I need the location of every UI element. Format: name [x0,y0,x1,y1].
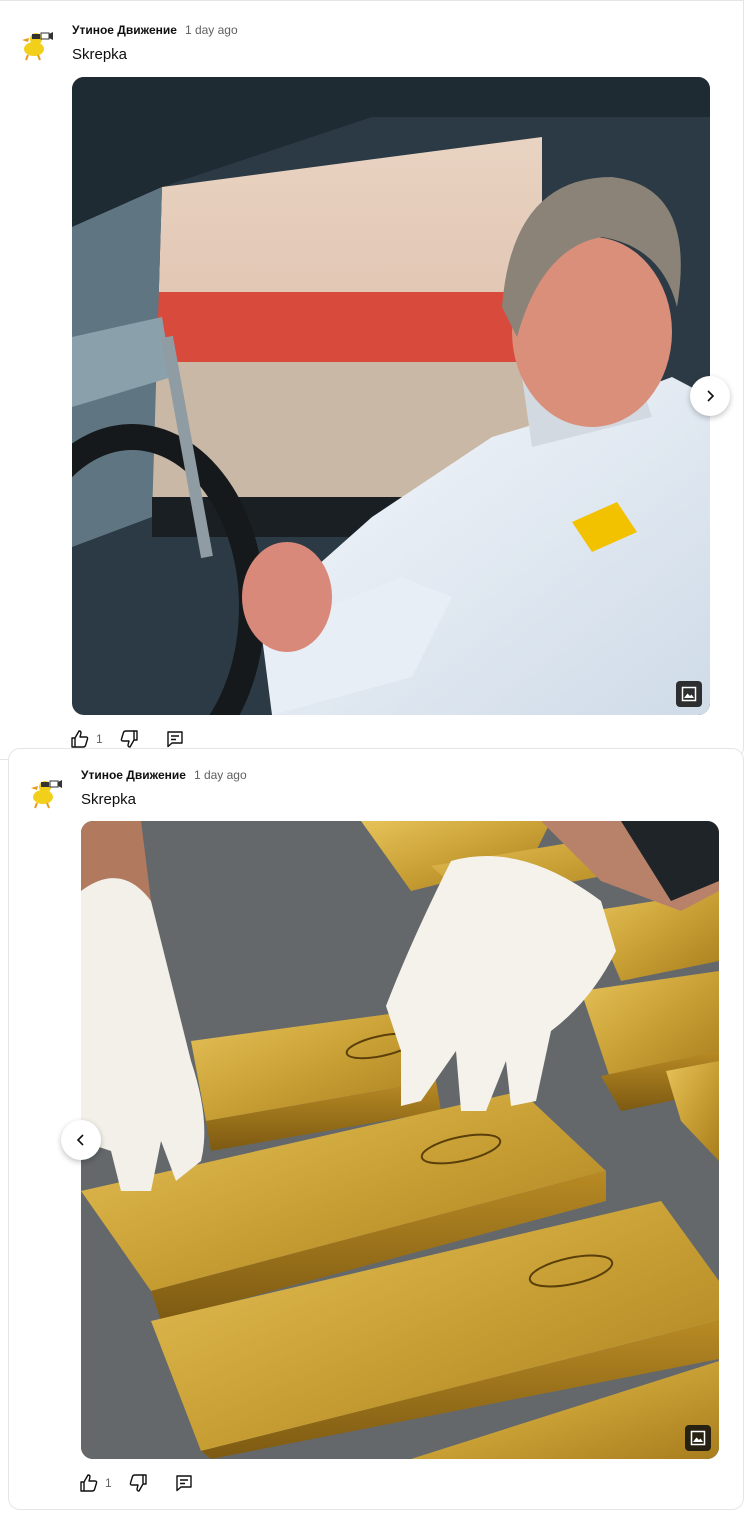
chevron-right-icon [707,390,715,402]
gold-bars-photo [81,821,719,1459]
post-header: Утиное Движение 1 day ago [72,23,238,37]
post-image[interactable] [72,77,710,715]
thumbs-up-icon [80,1474,98,1492]
comment-icon [175,1475,192,1492]
channel-avatar[interactable] [25,773,65,813]
post-actions: 1 [70,729,185,749]
post-header: Утиное Движение 1 day ago [81,768,247,782]
post-actions: 1 [79,1473,194,1493]
chevron-left-icon [76,1134,84,1146]
image-icon [690,1430,706,1446]
comment-button[interactable] [174,1473,194,1493]
post-image[interactable] [81,821,719,1459]
image-icon [681,686,697,702]
channel-avatar[interactable] [16,25,56,65]
image-badge [676,681,702,707]
post-time[interactable]: 1 day ago [194,768,247,782]
carousel-next-button[interactable] [690,376,730,416]
like-button[interactable]: 1 [79,1473,128,1493]
like-count: 1 [96,732,103,746]
carousel-prev-button[interactable] [61,1120,101,1160]
dislike-button[interactable] [128,1473,148,1493]
post-time[interactable]: 1 day ago [185,23,238,37]
comment-button[interactable] [165,729,185,749]
post-text: Skrepka [72,46,128,63]
like-button[interactable]: 1 [70,729,119,749]
thumbs-up-icon [71,730,89,748]
like-count: 1 [105,1476,112,1490]
post-text: Skrepka [81,791,137,808]
man-in-car-photo [72,77,710,715]
comment-icon [166,731,183,748]
community-feed: Утиное Движение 1 day ago Skrepka 1 Утин… [0,0,744,1522]
duck-icon [31,780,62,809]
dislike-button[interactable] [119,729,139,749]
community-post: Утиное Движение 1 day ago Skrepka 1 [8,748,744,1510]
community-post: Утиное Движение 1 day ago Skrepka 1 [0,0,744,760]
thumbs-down-icon [129,1474,147,1492]
thumbs-down-icon [120,730,138,748]
image-badge [685,1425,711,1451]
author-name[interactable]: Утиное Движение [72,23,177,37]
duck-icon [22,32,53,61]
author-name[interactable]: Утиное Движение [81,768,186,782]
